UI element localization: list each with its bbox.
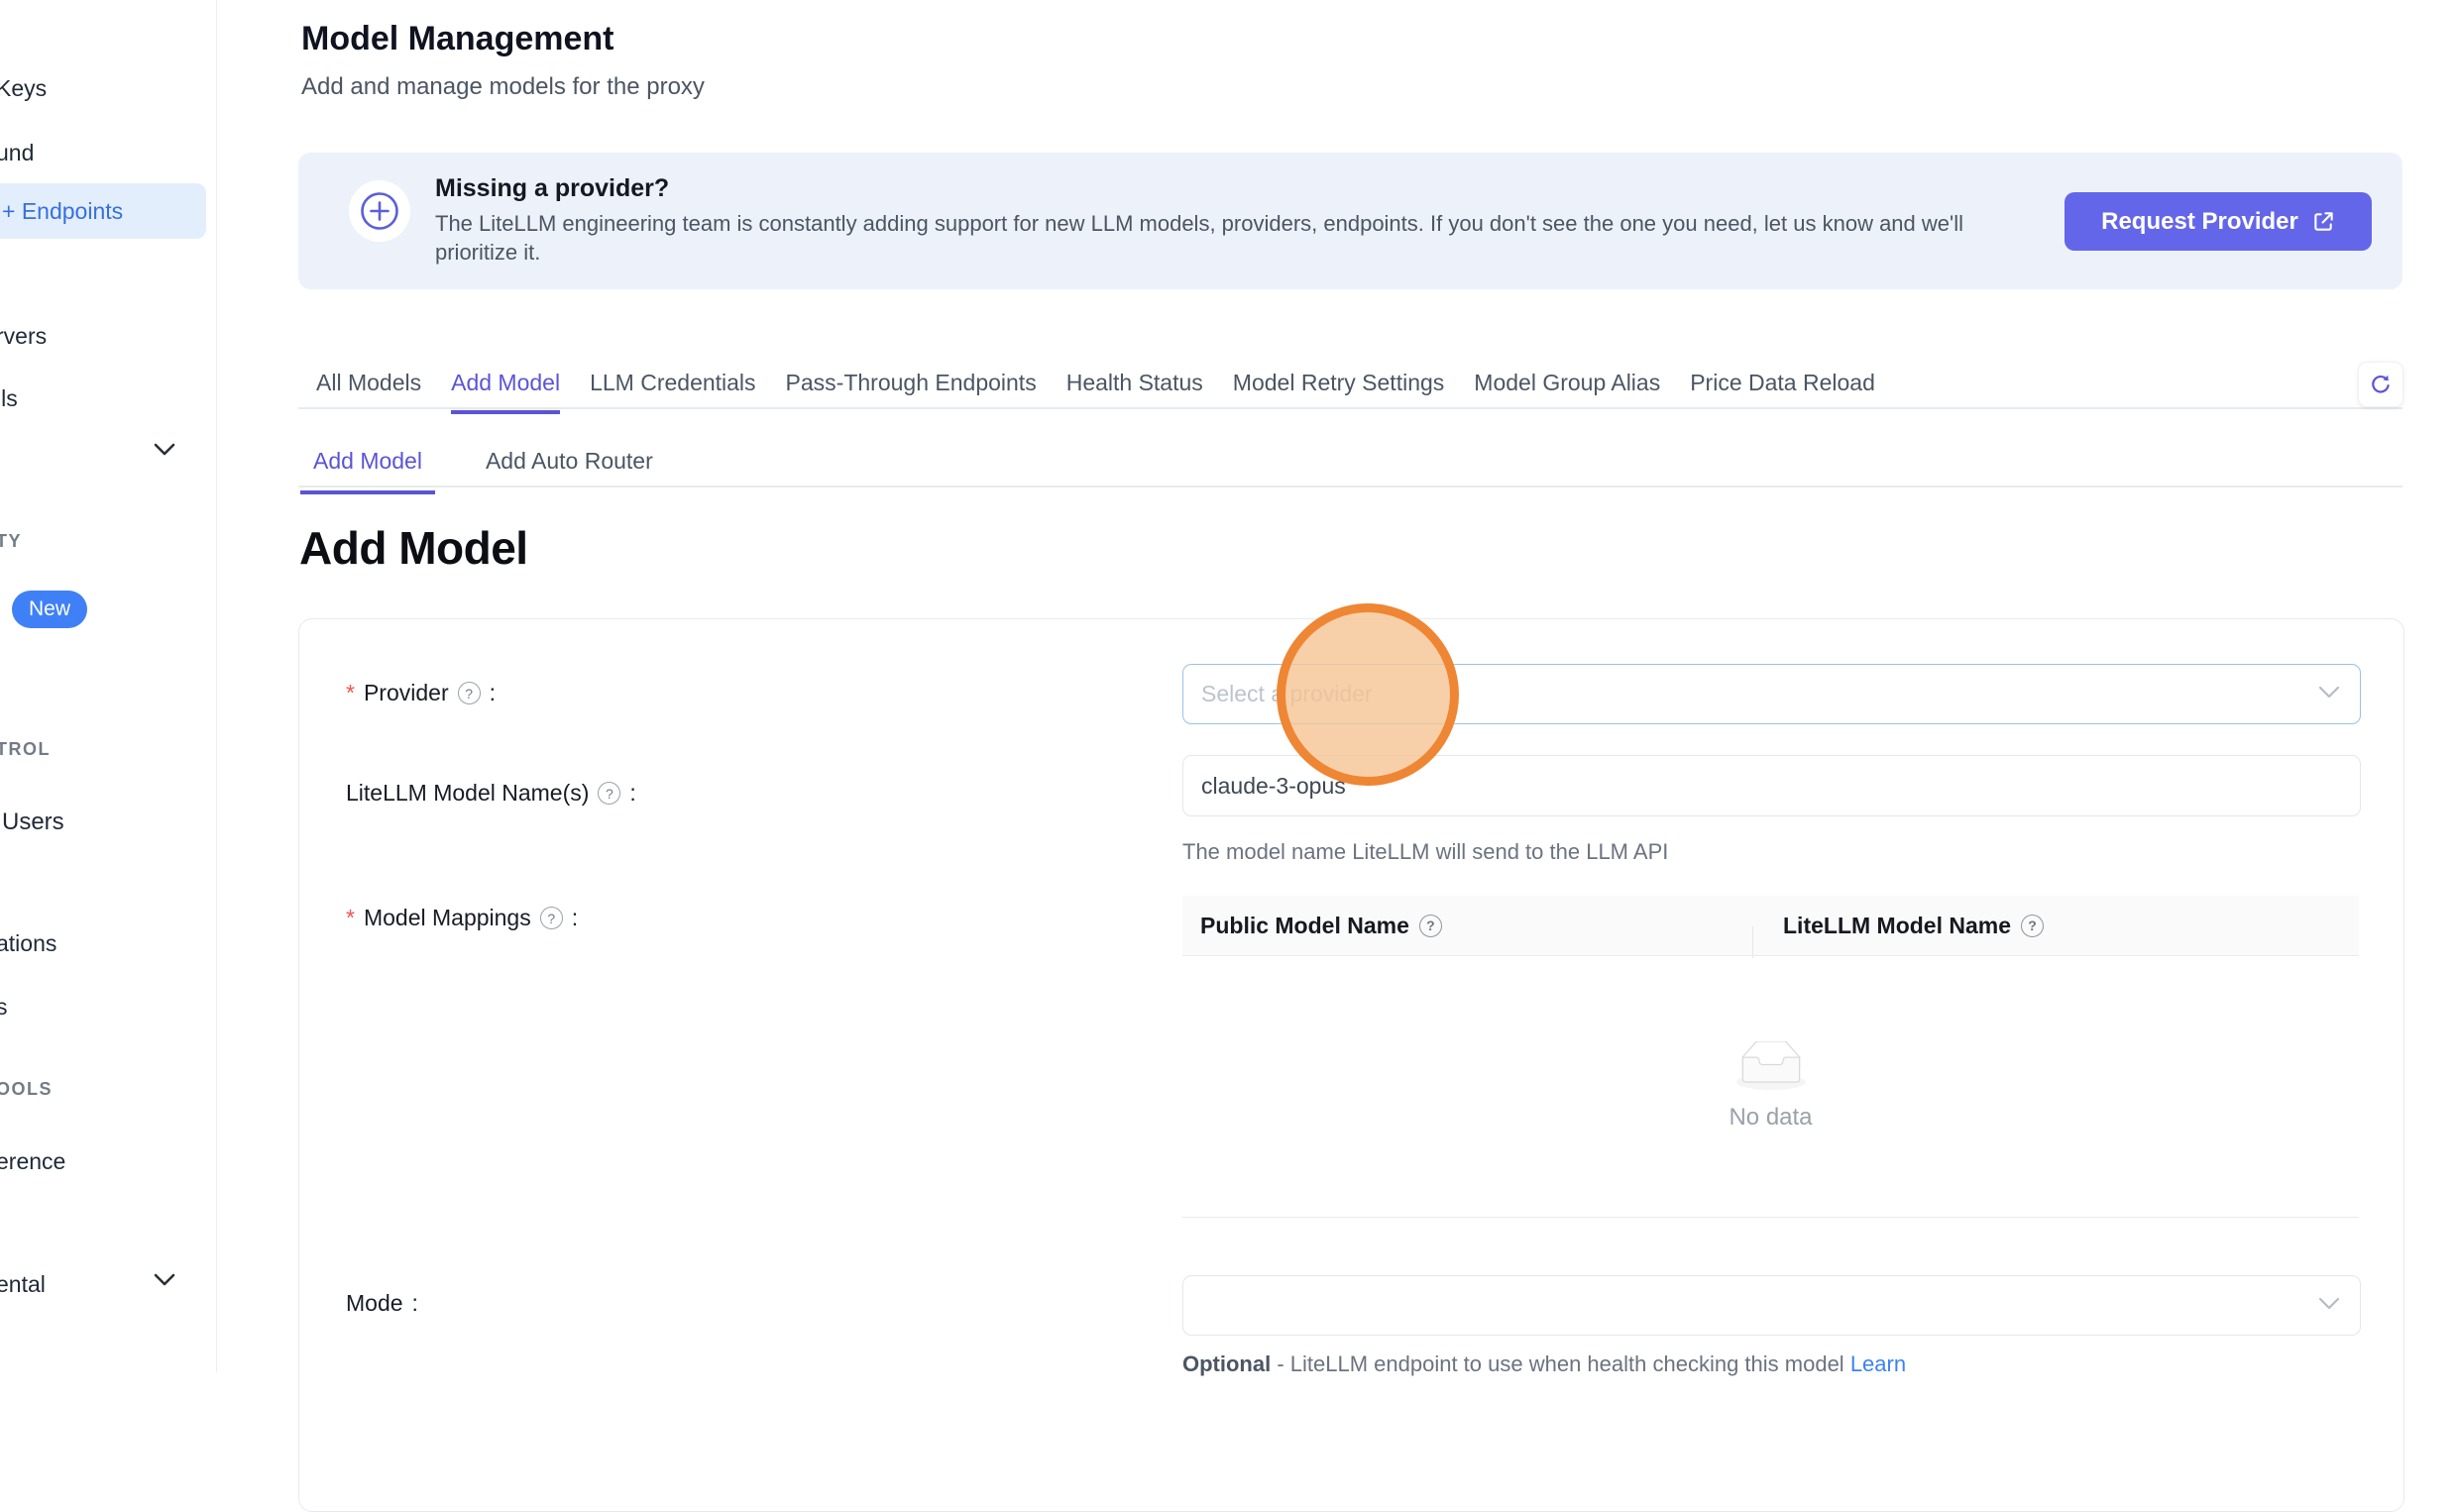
column-header-text: Public Model Name bbox=[1200, 913, 1409, 939]
provider-select[interactable]: Select a provider bbox=[1182, 664, 2361, 724]
column-header-public-model-name: Public Model Name ? bbox=[1182, 913, 1753, 939]
empty-inbox-icon bbox=[1731, 1041, 1811, 1092]
required-marker: * bbox=[346, 905, 355, 931]
model-name-label: LiteLLM Model Name(s) ? : bbox=[346, 780, 636, 807]
model-mappings-table: Public Model Name ? LiteLLM Model Name ?… bbox=[1182, 896, 2359, 1218]
colon: : bbox=[490, 680, 496, 706]
sidebar-item-guardrails[interactable]: ils bbox=[0, 385, 18, 412]
colon: : bbox=[572, 905, 578, 931]
sidebar-item-label: + Endpoints bbox=[2, 198, 123, 225]
tab-model-group-alias[interactable]: Model Group Alias bbox=[1474, 370, 1660, 414]
model-mappings-label: * Model Mappings ? : bbox=[346, 905, 578, 931]
tab-llm-credentials[interactable]: LLM Credentials bbox=[590, 370, 755, 414]
tab-add-model[interactable]: Add Model bbox=[451, 370, 560, 414]
sidebar-item-api-reference[interactable]: erence bbox=[0, 1148, 65, 1175]
tab-price-data-reload[interactable]: Price Data Reload bbox=[1690, 370, 1875, 414]
mode-helper: Optional - LiteLLM endpoint to use when … bbox=[1182, 1351, 1906, 1377]
mode-helper-text: - LiteLLM endpoint to use when health ch… bbox=[1271, 1351, 1850, 1376]
sidebar-section-header: TY bbox=[0, 531, 22, 552]
request-provider-button[interactable]: Request Provider bbox=[2064, 192, 2372, 251]
table-header-row: Public Model Name ? LiteLLM Model Name ? bbox=[1182, 896, 2359, 956]
model-name-label-text: LiteLLM Model Name(s) bbox=[346, 780, 589, 807]
tab-health-status[interactable]: Health Status bbox=[1066, 370, 1203, 414]
colon: : bbox=[629, 780, 635, 807]
sidebar-item-internal-users[interactable]: Users bbox=[2, 809, 64, 836]
sidebar-item-playground[interactable]: und bbox=[0, 140, 34, 166]
sidebar-item-teams[interactable]: s bbox=[0, 994, 8, 1021]
provider-label-text: Provider bbox=[364, 680, 449, 706]
subtab-add-model[interactable]: Add Model bbox=[300, 448, 435, 494]
sidebar-section-header: TROL bbox=[0, 739, 51, 760]
mode-label: Mode : bbox=[346, 1290, 418, 1317]
refresh-icon bbox=[2370, 374, 2392, 395]
missing-provider-banner: Missing a provider? The LiteLLM engineer… bbox=[298, 153, 2402, 289]
mode-label-text: Mode bbox=[346, 1290, 403, 1317]
sidebar-item-keys[interactable]: Keys bbox=[0, 75, 47, 102]
help-icon[interactable]: ? bbox=[598, 782, 620, 805]
tab-all-models[interactable]: All Models bbox=[316, 370, 421, 414]
learn-link[interactable]: Learn bbox=[1850, 1351, 1906, 1376]
required-marker: * bbox=[346, 680, 355, 706]
help-icon[interactable]: ? bbox=[540, 907, 563, 929]
sidebar-item-mcp-servers[interactable]: rvers bbox=[0, 323, 47, 350]
provider-label: * Provider ? : bbox=[346, 680, 496, 706]
sidebar-section-header: OOLS bbox=[0, 1079, 53, 1100]
model-name-value: claude-3-opus bbox=[1201, 773, 1346, 800]
sidebar-item-models-endpoints[interactable]: + Endpoints bbox=[0, 183, 206, 239]
model-mappings-label-text: Model Mappings bbox=[364, 905, 531, 931]
chevron-down-icon bbox=[2318, 1297, 2340, 1311]
external-link-icon bbox=[2312, 210, 2335, 233]
new-badge[interactable]: New bbox=[12, 591, 87, 628]
table-empty-state: No data bbox=[1182, 956, 2359, 1218]
provider-placeholder: Select a provider bbox=[1201, 681, 1373, 707]
colon: : bbox=[412, 1290, 418, 1317]
banner-body: The LiteLLM engineering team is constant… bbox=[435, 209, 2021, 267]
request-provider-label: Request Provider bbox=[2101, 208, 2298, 236]
help-icon[interactable]: ? bbox=[1419, 915, 1442, 937]
form-heading: Add Model bbox=[299, 521, 528, 575]
sidebar-item-experimental[interactable]: ental bbox=[0, 1271, 46, 1298]
chevron-down-icon bbox=[2318, 686, 2340, 700]
help-icon[interactable]: ? bbox=[458, 682, 481, 704]
mode-select[interactable] bbox=[1182, 1275, 2361, 1336]
chevron-down-icon[interactable] bbox=[153, 1272, 176, 1293]
tab-model-retry-settings[interactable]: Model Retry Settings bbox=[1233, 370, 1444, 414]
model-name-helper: The model name LiteLLM will send to the … bbox=[1182, 839, 1668, 865]
refresh-button[interactable] bbox=[2358, 362, 2403, 407]
sidebar-item-organizations[interactable]: ations bbox=[0, 930, 56, 957]
tab-pass-through-endpoints[interactable]: Pass-Through Endpoints bbox=[786, 370, 1037, 414]
page-subtitle: Add and manage models for the proxy bbox=[301, 73, 705, 101]
banner-title: Missing a provider? bbox=[435, 174, 669, 203]
column-header-text: LiteLLM Model Name bbox=[1783, 913, 2011, 939]
subtab-add-auto-router[interactable]: Add Auto Router bbox=[473, 448, 666, 494]
tab-bar: All Models Add Model LLM Credentials Pas… bbox=[316, 370, 1875, 414]
subtab-bar: Add Model Add Auto Router bbox=[300, 448, 666, 494]
chevron-down-icon[interactable] bbox=[153, 442, 176, 463]
plus-circle-icon bbox=[349, 180, 410, 242]
column-header-litellm-model-name: LiteLLM Model Name ? bbox=[1753, 913, 2046, 939]
sidebar: Keys und + Endpoints rvers ils TY New TR… bbox=[0, 0, 217, 1372]
model-name-input[interactable]: claude-3-opus bbox=[1182, 755, 2361, 816]
mode-helper-bold: Optional bbox=[1182, 1351, 1271, 1376]
no-data-text: No data bbox=[1729, 1104, 1812, 1132]
help-icon[interactable]: ? bbox=[2021, 915, 2044, 937]
page-title: Model Management bbox=[301, 20, 614, 58]
